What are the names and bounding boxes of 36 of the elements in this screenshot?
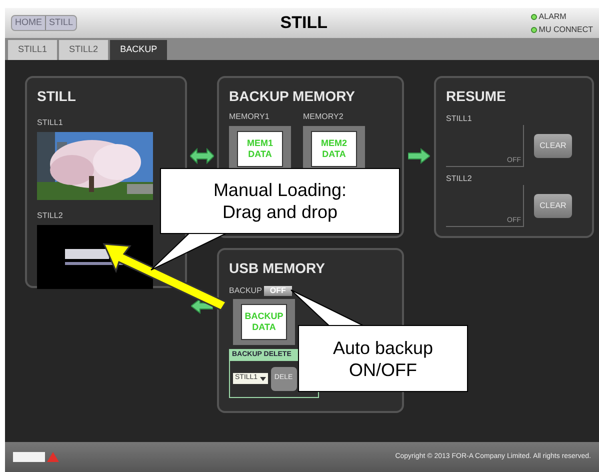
status-light-icon — [530, 14, 537, 20]
backup-toggle[interactable]: OFF — [264, 286, 292, 296]
callout-text: Drag and drop — [222, 201, 338, 223]
tab[interactable]: STILL1 — [8, 40, 58, 60]
panel-title: STILL — [37, 87, 77, 106]
backup-label: BACKUP — [229, 285, 262, 297]
tab[interactable]: STILL2 — [59, 40, 108, 60]
data-label: BACKUP DATA — [241, 304, 287, 340]
callout-text: ON/OFF — [349, 358, 417, 380]
slot-label: STILL2 — [37, 210, 64, 222]
panel-title: BACKUP MEMORY — [229, 87, 356, 106]
panel-title: USB MEMORY — [229, 259, 326, 278]
status-label: ALARM — [538, 10, 566, 22]
status-light-icon — [530, 26, 537, 32]
panel-title: RESUME — [446, 87, 507, 106]
callout-text: Manual Loading: — [213, 179, 347, 201]
clear-button[interactable]: CLEAR — [534, 134, 572, 158]
data-card[interactable]: BACKUP DATA — [233, 299, 295, 345]
callout-text: Auto backup — [332, 336, 434, 358]
logo-icon — [13, 451, 59, 463]
clear-button[interactable]: CLEAR — [534, 194, 572, 218]
slot-label: STILL2 — [446, 173, 473, 185]
breadcrumb-link[interactable]: HOME — [12, 16, 45, 30]
tab[interactable]: BACKUP — [110, 40, 168, 60]
slot-label: MEMORY2 — [303, 111, 344, 123]
status-label: MU CONNECT — [538, 24, 593, 36]
slot-label: STILL1 — [37, 117, 64, 129]
slot-label: STILL1 — [446, 113, 473, 125]
data-label: MEM1 DATA — [237, 131, 283, 167]
page-title: STILL — [279, 12, 328, 34]
double-arrow-icon — [190, 148, 214, 164]
right-arrow-icon — [408, 148, 430, 164]
breadcrumb-link[interactable]: STILL — [45, 16, 76, 30]
slot-label: MEMORY1 — [229, 111, 270, 123]
data-label: MEM2 DATA — [311, 131, 357, 167]
dropdown-caret-icon — [260, 376, 266, 380]
